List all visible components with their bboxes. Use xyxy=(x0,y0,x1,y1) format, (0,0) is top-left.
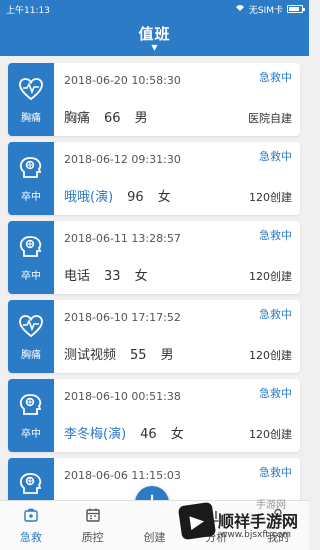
card-body: 2018-06-10 17:17:52 急救中 测试视频 55 男 120创建 xyxy=(54,300,300,373)
tab-label: 我的 xyxy=(267,531,290,544)
first-aid-icon xyxy=(23,507,39,529)
brain-icon xyxy=(18,471,44,501)
case-source: 120创建 xyxy=(249,349,292,362)
user-icon xyxy=(270,507,286,529)
brain-icon xyxy=(18,155,44,185)
category-badge: 胸痛 xyxy=(8,63,54,136)
heart-pulse-icon xyxy=(18,313,44,343)
case-card[interactable]: 卒中 2018-06-10 00:51:38 急救中 李冬梅(演) 46 女 1… xyxy=(8,379,300,452)
status-right: 无SIM卡 xyxy=(235,3,305,16)
status-time: 上午11:13 xyxy=(6,5,50,16)
status-bar: 上午11:13 无SIM卡 xyxy=(0,0,309,18)
brain-icon xyxy=(18,234,44,264)
patient-age: 55 xyxy=(130,348,147,363)
page-title: 值班 xyxy=(138,25,171,43)
category-label: 卒中 xyxy=(21,191,41,203)
tab-3[interactable]: 分析 xyxy=(185,501,247,550)
patient-row: 李冬梅(演) 46 女 120创建 xyxy=(64,423,292,442)
carrier-text: 无SIM卡 xyxy=(248,5,283,16)
case-card[interactable]: 卒中 2018-06-11 13:28:57 急救中 电话 33 女 120创建 xyxy=(8,221,300,294)
brain-icon xyxy=(18,392,44,422)
case-time: 2018-06-11 13:28:57 xyxy=(64,232,181,245)
tab-1[interactable]: 质控 xyxy=(62,501,124,550)
category-label: 卒中 xyxy=(21,270,41,282)
case-source: 医院自建 xyxy=(248,112,292,125)
heart-pulse-icon xyxy=(18,76,44,106)
patient-name: 测试视频 xyxy=(64,348,117,363)
patient-row: 测试视频 55 男 120创建 xyxy=(64,344,292,363)
plus-icon xyxy=(146,507,162,529)
category-label: 胸痛 xyxy=(21,349,41,361)
patient-row: 电话 33 女 120创建 xyxy=(64,265,292,284)
patient-gender: 女 xyxy=(157,190,171,205)
patient-gender: 女 xyxy=(134,269,148,284)
card-body: 2018-06-12 09:31:30 急救中 哦哦(演) 96 女 120创建 xyxy=(54,142,300,215)
patient-name: 电话 xyxy=(64,269,91,284)
case-source: 120创建 xyxy=(249,270,292,283)
category-badge: 卒中 xyxy=(8,458,54,500)
wifi-icon xyxy=(235,4,245,15)
category-label: 胸痛 xyxy=(21,112,41,124)
tab-2[interactable]: 创建 xyxy=(124,501,186,550)
case-card[interactable]: 胸痛 2018-06-10 17:17:52 急救中 测试视频 55 男 120… xyxy=(8,300,300,373)
card-body: 2018-06-20 10:58:30 急救中 胸痛 66 男 医院自建 xyxy=(54,63,300,136)
status-badge: 急救中 xyxy=(259,150,292,163)
patient-name: 李冬梅(演) xyxy=(64,427,127,442)
patient-gender: 女 xyxy=(170,427,184,442)
patient-age: 96 xyxy=(127,190,144,205)
patient-age: 33 xyxy=(104,269,121,284)
status-badge: 急救中 xyxy=(259,387,292,400)
case-time: 2018-06-06 11:15:03 xyxy=(64,469,181,482)
patient-gender: 男 xyxy=(160,348,174,363)
case-card[interactable]: 胸痛 2018-06-20 10:58:30 急救中 胸痛 66 男 医院自建 xyxy=(8,63,300,136)
patient-row: 胸痛 66 男 医院自建 xyxy=(64,107,292,126)
patient-name: 胸痛 xyxy=(64,111,91,126)
case-time: 2018-06-20 10:58:30 xyxy=(64,74,181,87)
tab-label: 质控 xyxy=(81,531,104,544)
case-time: 2018-06-10 00:51:38 xyxy=(64,390,181,403)
case-time: 2018-06-10 17:17:52 xyxy=(64,311,181,324)
status-badge: 急救中 xyxy=(259,466,292,479)
card-body: 2018-06-11 13:28:57 急救中 电话 33 女 120创建 xyxy=(54,221,300,294)
card-body: 2018-06-06 11:15:03 急救中 xyxy=(54,458,300,500)
status-badge: 急救中 xyxy=(259,229,292,242)
patient-gender: 男 xyxy=(134,111,148,126)
tab-4[interactable]: 我的 xyxy=(247,501,309,550)
header[interactable]: 值班 ▼ xyxy=(0,18,309,56)
status-badge: 急救中 xyxy=(259,308,292,321)
tab-label: 分析 xyxy=(205,531,228,544)
category-badge: 卒中 xyxy=(8,379,54,452)
category-badge: 卒中 xyxy=(8,142,54,215)
tab-label: 创建 xyxy=(143,531,166,544)
patient-name: 哦哦(演) xyxy=(64,190,114,205)
card-body: 2018-06-10 00:51:38 急救中 李冬梅(演) 46 女 120创… xyxy=(54,379,300,452)
status-badge: 急救中 xyxy=(259,71,292,84)
tab-label: 急救 xyxy=(19,531,42,544)
calendar-icon xyxy=(85,507,101,529)
chart-icon xyxy=(208,507,224,529)
case-time: 2018-06-12 09:31:30 xyxy=(64,153,181,166)
case-card[interactable]: 卒中 2018-06-12 09:31:30 急救中 哦哦(演) 96 女 12… xyxy=(8,142,300,215)
case-source: 120创建 xyxy=(249,191,292,204)
patient-row: 哦哦(演) 96 女 120创建 xyxy=(64,186,292,205)
tab-bar: 急救 质控 创建 分析 我的 xyxy=(0,500,309,550)
battery-icon xyxy=(287,5,305,13)
category-badge: 胸痛 xyxy=(8,300,54,373)
category-badge: 卒中 xyxy=(8,221,54,294)
category-label: 卒中 xyxy=(21,428,41,440)
caret-down-icon[interactable]: ▼ xyxy=(151,44,157,52)
case-source: 120创建 xyxy=(249,428,292,441)
case-list[interactable]: 胸痛 2018-06-20 10:58:30 急救中 胸痛 66 男 医院自建 … xyxy=(0,56,309,500)
tab-0[interactable]: 急救 xyxy=(0,501,62,550)
patient-age: 46 xyxy=(140,427,157,442)
patient-age: 66 xyxy=(104,111,121,126)
